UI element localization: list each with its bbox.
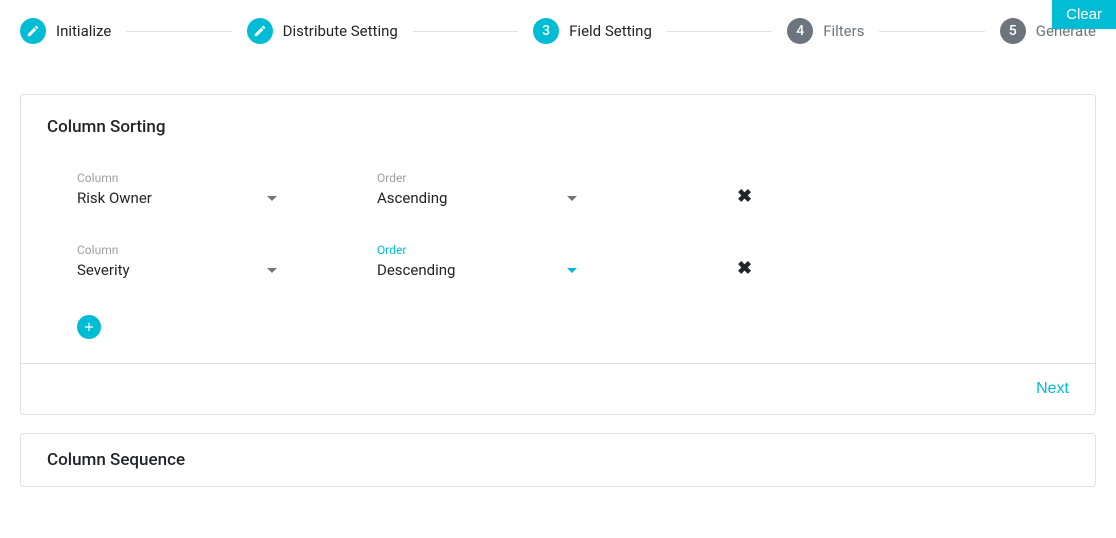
column-select[interactable]: Severity: [77, 261, 277, 281]
column-sequence-card: Column Sequence: [20, 433, 1096, 487]
step-distribute-setting[interactable]: Distribute Setting: [247, 18, 398, 44]
step-label: Filters: [823, 22, 864, 40]
order-label: Order: [377, 171, 597, 185]
column-label: Column: [77, 243, 297, 257]
add-row-button[interactable]: [77, 315, 101, 339]
step-label: Initialize: [56, 22, 111, 40]
step-badge: 4: [787, 18, 813, 44]
clear-button[interactable]: Clear: [1052, 0, 1116, 29]
step-field-setting[interactable]: 3 Field Setting: [533, 18, 652, 44]
plus-icon: [82, 320, 96, 334]
pencil-icon: [247, 18, 273, 44]
column-value: Severity: [77, 261, 130, 279]
delete-row-icon[interactable]: ✖: [737, 186, 752, 207]
order-select[interactable]: Descending: [377, 261, 577, 281]
step-badge: 5: [1000, 18, 1026, 44]
chevron-down-icon: [567, 268, 577, 273]
step-badge: 3: [533, 18, 559, 44]
step-connector: [126, 31, 231, 32]
step-label: Distribute Setting: [283, 22, 398, 40]
column-select[interactable]: Risk Owner: [77, 189, 277, 209]
next-button[interactable]: Next: [1036, 380, 1069, 398]
card-title: Column Sorting: [47, 117, 1069, 137]
column-sorting-card: Column Sorting Column Risk Owner Order A…: [20, 94, 1096, 415]
order-value: Ascending: [377, 189, 447, 207]
sort-row: Column Risk Owner Order Ascending ✖: [47, 171, 1069, 209]
step-label: Field Setting: [569, 22, 652, 40]
pencil-icon: [20, 18, 46, 44]
chevron-down-icon: [267, 196, 277, 201]
chevron-down-icon: [267, 268, 277, 273]
order-select[interactable]: Ascending: [377, 189, 577, 209]
delete-row-icon[interactable]: ✖: [737, 258, 752, 279]
step-filters[interactable]: 4 Filters: [787, 18, 864, 44]
stepper: Initialize Distribute Setting 3 Field Se…: [0, 0, 1116, 54]
step-initialize[interactable]: Initialize: [20, 18, 111, 44]
step-connector: [413, 31, 518, 32]
card-title: Column Sequence: [47, 450, 1069, 470]
step-connector: [667, 31, 772, 32]
chevron-down-icon: [567, 196, 577, 201]
sort-row: Column Severity Order Descending ✖: [47, 243, 1069, 281]
column-value: Risk Owner: [77, 189, 152, 207]
order-value: Descending: [377, 261, 455, 279]
column-label: Column: [77, 171, 297, 185]
step-connector: [879, 31, 984, 32]
order-label: Order: [377, 243, 597, 257]
